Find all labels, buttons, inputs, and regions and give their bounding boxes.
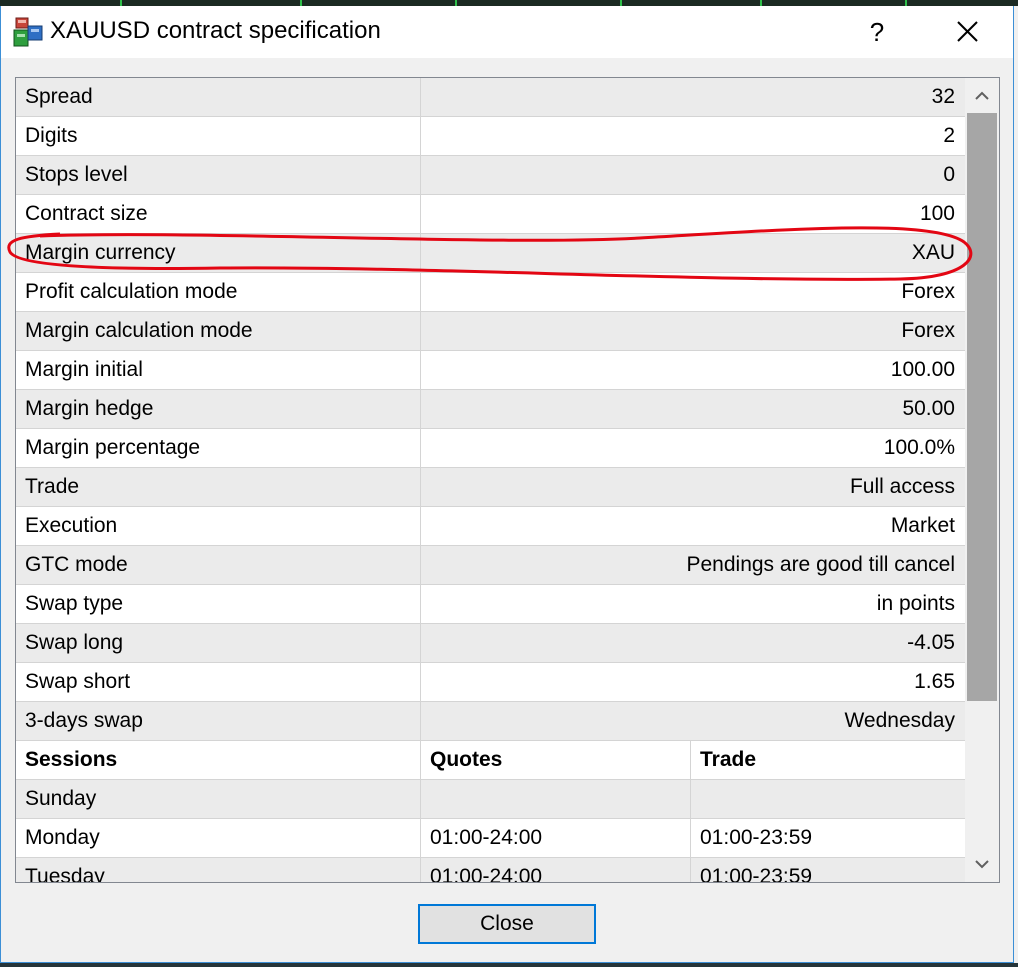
property-row[interactable]: 3-days swap Wednesday (16, 702, 965, 741)
property-name: Swap long (25, 631, 124, 654)
session-quotes: 01:00-24:00 (430, 826, 543, 849)
property-row[interactable]: Spread 32 (16, 78, 965, 117)
property-row[interactable]: Margin percentage 100.0% (16, 429, 965, 468)
title-bar[interactable]: XAUUSD contract specification ? (1, 6, 1013, 58)
property-value: Forex (901, 319, 955, 342)
specification-rows: Spread 32 Digits 2 Stops level 0 Contrac… (16, 78, 965, 883)
property-row[interactable]: Execution Market (16, 507, 965, 546)
property-value: Wednesday (844, 709, 955, 732)
chevron-up-icon[interactable] (965, 78, 999, 112)
property-row[interactable]: Swap long -4.05 (16, 624, 965, 663)
session-row[interactable]: Tuesday 01:00-24:00 01:00-23:59 (16, 858, 965, 883)
property-row[interactable]: Margin hedge 50.00 (16, 390, 965, 429)
property-row[interactable]: Digits 2 (16, 117, 965, 156)
help-button[interactable]: ? (851, 6, 903, 58)
property-row[interactable]: Margin initial 100.00 (16, 351, 965, 390)
session-row[interactable]: Sunday (16, 780, 965, 819)
session-row[interactable]: Monday 01:00-24:00 01:00-23:59 (16, 819, 965, 858)
contract-spec-dialog: XAUUSD contract specification ? Spread 3… (0, 6, 1014, 963)
sessions-header: Sessions (25, 748, 118, 771)
window-bottom-edge (0, 963, 1018, 967)
session-trade: 01:00-23:59 (700, 865, 813, 883)
property-name: Margin percentage (25, 436, 201, 459)
property-row[interactable]: Contract size 100 (16, 195, 965, 234)
property-value: Forex (901, 280, 955, 303)
quotes-header: Quotes (430, 748, 503, 771)
property-value: 100.00 (890, 358, 955, 381)
property-value: Pendings are good till cancel (686, 553, 955, 576)
property-row[interactable]: Profit calculation mode Forex (16, 273, 965, 312)
sessions-header-row: Sessions Quotes Trade (16, 741, 965, 780)
terminal-app-icon (13, 17, 43, 47)
window-title: XAUUSD contract specification (50, 17, 381, 44)
chevron-down-icon[interactable] (965, 848, 999, 882)
property-value: 2 (943, 124, 955, 147)
session-quotes: 01:00-24:00 (430, 865, 543, 883)
property-value: 50.00 (902, 397, 955, 420)
close-icon[interactable] (941, 6, 993, 58)
property-name: GTC mode (25, 553, 128, 576)
property-row[interactable]: Stops level 0 (16, 156, 965, 195)
property-row[interactable]: GTC mode Pendings are good till cancel (16, 546, 965, 585)
property-name: Execution (25, 514, 118, 537)
property-name: 3-days swap (25, 709, 143, 732)
property-value: -4.05 (907, 631, 955, 654)
property-name: Margin calculation mode (25, 319, 253, 342)
property-value: 100.0% (883, 436, 955, 459)
property-row[interactable]: Margin calculation mode Forex (16, 312, 965, 351)
property-name: Margin hedge (25, 397, 154, 420)
session-trade: 01:00-23:59 (700, 826, 813, 849)
property-value: 100 (919, 202, 955, 225)
property-value: 0 (943, 163, 955, 186)
property-row-margin-currency[interactable]: Margin currency XAU (16, 234, 965, 273)
property-value: 32 (931, 85, 955, 108)
property-value: Full access (849, 475, 955, 498)
property-name: Margin initial (25, 358, 143, 381)
property-value: Market (890, 514, 955, 537)
property-name: Margin currency (25, 241, 176, 264)
trade-header: Trade (700, 748, 757, 771)
property-name: Contract size (25, 202, 148, 225)
property-value: in points (876, 592, 955, 615)
close-button[interactable]: Close (418, 904, 596, 944)
property-name: Swap short (25, 670, 131, 693)
session-day: Monday (25, 826, 100, 849)
property-name: Swap type (25, 592, 124, 615)
specification-table[interactable]: Spread 32 Digits 2 Stops level 0 Contrac… (15, 77, 1000, 883)
property-name: Stops level (25, 163, 128, 186)
property-name: Profit calculation mode (25, 280, 238, 303)
property-row[interactable]: Swap type in points (16, 585, 965, 624)
scrollbar-thumb[interactable] (967, 113, 997, 701)
property-value: XAU (911, 241, 955, 264)
vertical-scrollbar[interactable] (965, 78, 999, 882)
session-day: Tuesday (25, 865, 105, 883)
property-name: Spread (25, 85, 93, 108)
property-row[interactable]: Swap short 1.65 (16, 663, 965, 702)
property-name: Trade (25, 475, 80, 498)
property-row[interactable]: Trade Full access (16, 468, 965, 507)
property-value: 1.65 (914, 670, 955, 693)
session-day: Sunday (25, 787, 97, 810)
property-name: Digits (25, 124, 78, 147)
